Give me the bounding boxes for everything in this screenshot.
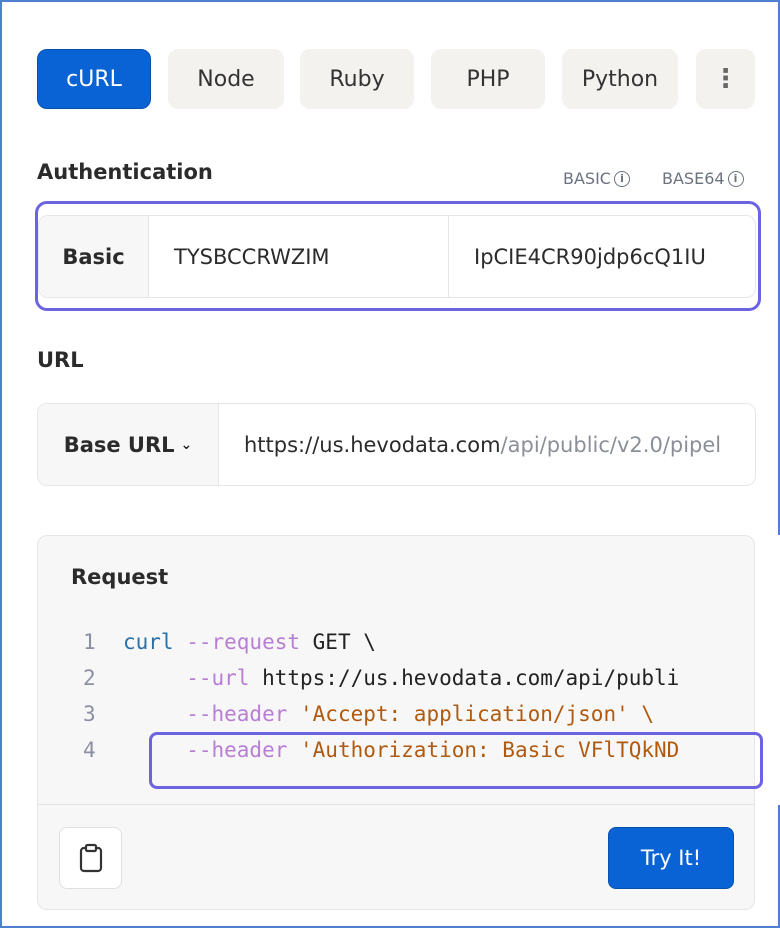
- chevron-down-icon: ⌄: [180, 436, 193, 453]
- info-icon: i: [727, 170, 744, 187]
- info-icon: i: [613, 170, 630, 187]
- base64-label: BASE64: [662, 169, 725, 188]
- try-it-button[interactable]: Try It!: [608, 827, 734, 889]
- password-input[interactable]: IpCIE4CR90jdp6cQ1IU: [449, 216, 755, 297]
- username-input[interactable]: TYSBCCRWZIM: [149, 216, 449, 297]
- url-base: https://us.hevodata.com: [244, 432, 501, 457]
- base-url-label: Base URL: [63, 432, 175, 457]
- auth-header-highlight: [149, 732, 763, 789]
- line-number: 3: [83, 702, 96, 726]
- url-title: URL: [37, 348, 84, 372]
- copy-button[interactable]: [59, 827, 122, 889]
- base-url-dropdown[interactable]: Base URL ⌄: [38, 404, 219, 485]
- url-field: Base URL ⌄ https://us.hevodata.com/api/pu…: [37, 403, 756, 486]
- tab-curl[interactable]: cURL: [37, 49, 151, 109]
- kebab-vertical-icon: ⋮: [712, 64, 739, 94]
- auth-title: Authentication: [37, 160, 213, 184]
- auth-fields: Basic TYSBCCRWZIM IpCIE4CR90jdp6cQ1IU: [38, 215, 756, 298]
- more-languages-button[interactable]: ⋮: [696, 49, 755, 109]
- tab-python[interactable]: Python: [562, 49, 678, 109]
- request-title: Request: [71, 565, 169, 589]
- base64-info[interactable]: BASE64 i: [662, 169, 744, 188]
- auth-type: Basic: [39, 216, 149, 297]
- basic-label: BASIC: [563, 169, 611, 188]
- tab-ruby[interactable]: Ruby: [300, 49, 414, 109]
- url-path: /api/public/v2.0/pipel: [500, 432, 722, 457]
- line-number: 4: [83, 738, 96, 762]
- url-input[interactable]: https://us.hevodata.com/api/public/v2.0/…: [219, 404, 755, 485]
- clipboard-icon: [79, 843, 102, 873]
- basic-info[interactable]: BASIC i: [563, 169, 630, 188]
- tab-node[interactable]: Node: [168, 49, 284, 109]
- code-block: 1 curl --request GET \ 2 --url https://us…: [83, 630, 680, 762]
- line-number: 2: [83, 666, 96, 690]
- tab-php[interactable]: PHP: [431, 49, 545, 109]
- line-number: 1: [83, 630, 96, 654]
